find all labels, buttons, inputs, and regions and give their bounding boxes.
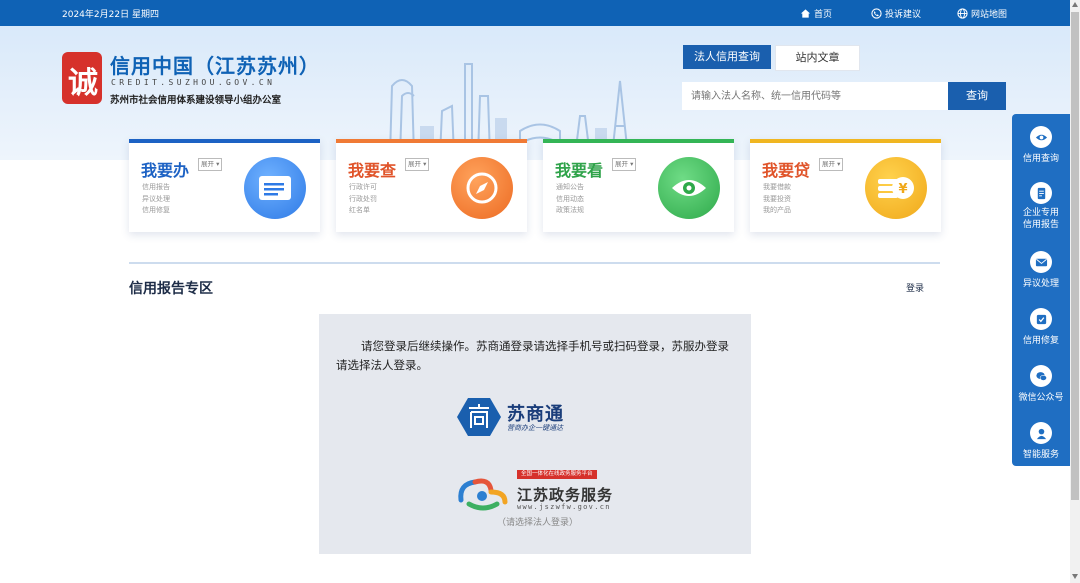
card-link[interactable]: 异议处理 <box>142 194 170 206</box>
card-link[interactable]: 我要借款 <box>763 182 791 194</box>
search-input[interactable] <box>682 82 948 110</box>
section-divider <box>129 262 940 264</box>
jiangsu-gov-service-name: 江苏政务服务 <box>517 486 614 504</box>
sidebar-item-wechat[interactable]: 微信公众号 <box>1012 365 1070 403</box>
sidebar-item-label: 信用查询 <box>1022 154 1059 164</box>
card-title: 我要办 <box>141 161 190 180</box>
jiangsu-gov-service-url: www.jszwfw.gov.cn <box>517 503 611 511</box>
sidebar-item-smart-service[interactable]: 智能服务 <box>1012 422 1070 460</box>
search-button[interactable]: 查询 <box>948 82 1006 110</box>
jiangsu-gov-service-hint: （请选择法人登录） <box>497 518 579 528</box>
site-logo[interactable]: 诚 <box>62 52 102 104</box>
phone-icon <box>871 8 882 19</box>
home-link[interactable]: 首页 <box>800 7 832 20</box>
compass-icon <box>451 157 513 219</box>
expand-label: 展开 <box>201 160 214 168</box>
sidebar-item-credit-query[interactable]: 信用查询 <box>1012 126 1070 164</box>
mail-icon <box>1030 251 1052 273</box>
id-card-icon <box>244 157 306 219</box>
scroll-up-arrow-icon[interactable] <box>1072 2 1078 7</box>
card-links: 行政许可 行政处罚 红名单 <box>349 182 377 217</box>
sidebar-item-label: 微信公众号 <box>1018 393 1064 403</box>
card-link[interactable]: 通知公告 <box>556 182 584 194</box>
login-message: 请您登录后继续操作。苏商通登录请选择手机号或扫码登录，苏服办登录请选择法人登录。 <box>336 339 729 372</box>
logo-glyph: 诚 <box>68 66 98 101</box>
scroll-down-arrow-icon[interactable] <box>1072 574 1078 579</box>
top-bar: 2024年2月22日 星期四 首页 投诉建议 网站地图 <box>0 0 1070 26</box>
expand-button[interactable]: 展开 ▾ <box>198 158 223 171</box>
card-link[interactable]: 信用动态 <box>556 194 584 206</box>
card-title: 我要贷 <box>762 161 811 180</box>
card-links: 信用报告 异议处理 信用修复 <box>142 182 170 217</box>
card-link[interactable]: 行政处罚 <box>349 194 377 206</box>
sushangtong-login[interactable]: 苏商通 营商办企一键通达 <box>456 396 581 438</box>
card-link[interactable]: 信用修复 <box>142 205 170 217</box>
sitemap-link-label: 网站地图 <box>971 10 1008 20</box>
complaint-link[interactable]: 投诉建议 <box>871 7 921 20</box>
tab-site-articles[interactable]: 站内文章 <box>775 45 860 71</box>
card-link[interactable]: 我的产品 <box>763 205 791 217</box>
expand-button[interactable]: 展开 ▾ <box>405 158 430 171</box>
sidebar-item-label: 异议处理 <box>1022 279 1059 289</box>
section-title: 信用报告专区 <box>129 281 213 297</box>
sitemap-link[interactable]: 网站地图 <box>957 7 1007 20</box>
expand-label: 展开 <box>615 160 628 168</box>
card-handle[interactable]: 我要办 展开 ▾ 信用报告 异议处理 信用修复 <box>129 139 320 232</box>
card-link[interactable]: 信用报告 <box>142 182 170 194</box>
card-link[interactable]: 政策法规 <box>556 205 584 217</box>
home-link-label: 首页 <box>814 10 833 20</box>
expand-label: 展开 <box>822 160 835 168</box>
card-accent-strip <box>543 139 734 143</box>
jiangsu-gov-service-logo-icon <box>458 478 508 511</box>
site-organization: 苏州市社会信用体系建设领导小组办公室 <box>110 95 282 106</box>
svg-text:¥: ¥ <box>898 182 907 197</box>
sidebar-item-credit-repair[interactable]: 信用修复 <box>1012 308 1070 346</box>
jiangsu-gov-service-badge: 全国一体化在线政务服务平台 <box>517 470 597 479</box>
card-title: 我要查 <box>348 161 397 180</box>
expand-button[interactable]: 展开 ▾ <box>819 158 844 171</box>
floating-sidebar: 信用查询 企业专用信用报告 异议处理 信用修复 微信公众号 智能服务 <box>1012 114 1070 466</box>
card-link[interactable]: 红名单 <box>349 205 377 217</box>
card-view[interactable]: 我要看 展开 ▾ 通知公告 信用动态 政策法规 <box>543 139 734 232</box>
repair-icon <box>1030 308 1052 330</box>
card-link[interactable]: 我要投资 <box>763 194 791 206</box>
eye-icon <box>1030 126 1052 148</box>
jiangsu-gov-service-login[interactable]: 全国一体化在线政务服务平台 江苏政务服务 www.jszwfw.gov.cn （… <box>453 470 623 532</box>
eye-icon <box>658 157 720 219</box>
search-tabs: 法人信用查询 站内文章 <box>683 45 860 71</box>
login-panel: 请您登录后继续操作。苏商通登录请选择手机号或扫码登录，苏服办登录请选择法人登录。… <box>319 314 751 554</box>
card-accent-strip <box>336 139 527 143</box>
sidebar-item-enterprise-report[interactable]: 企业专用信用报告 <box>1012 182 1070 231</box>
site-title: 信用中国（江苏苏州） <box>110 54 320 78</box>
sidebar-item-label: 智能服务 <box>1022 450 1059 460</box>
card-links: 我要借款 我要投资 我的产品 <box>763 182 791 217</box>
card-link[interactable]: 行政许可 <box>349 182 377 194</box>
sidebar-item-objection[interactable]: 异议处理 <box>1012 251 1070 289</box>
scrollbar-thumb[interactable] <box>1071 12 1079 500</box>
card-loan[interactable]: 我要贷 展开 ▾ 我要借款 我要投资 我的产品 ¥ <box>750 139 941 232</box>
coin-icon: ¥ <box>865 157 927 219</box>
sushangtong-logo-icon <box>457 398 501 436</box>
globe-icon <box>957 8 968 19</box>
complaint-link-label: 投诉建议 <box>885 10 922 20</box>
tab-legal-credit-query[interactable]: 法人信用查询 <box>683 45 771 69</box>
robot-icon <box>1030 422 1052 444</box>
card-query[interactable]: 我要查 展开 ▾ 行政许可 行政处罚 红名单 <box>336 139 527 232</box>
home-icon <box>800 9 811 18</box>
expand-button[interactable]: 展开 ▾ <box>612 158 637 171</box>
wechat-icon <box>1030 365 1052 387</box>
card-accent-strip <box>129 139 320 143</box>
sidebar-item-label: 信用修复 <box>1022 336 1059 346</box>
login-link[interactable]: 登录 <box>906 281 924 294</box>
sidebar-item-label: 企业专用信用报告 <box>1022 208 1059 230</box>
card-title: 我要看 <box>555 161 604 180</box>
card-links: 通知公告 信用动态 政策法规 <box>556 182 584 217</box>
expand-label: 展开 <box>408 160 421 168</box>
document-icon <box>1030 182 1052 204</box>
current-date: 2024年2月22日 星期四 <box>62 10 159 20</box>
card-accent-strip <box>750 139 941 143</box>
site-domain: CREDIT.SUZHOU.GOV.CN <box>111 78 276 87</box>
sushangtong-slogan: 营商办企一键通达 <box>507 424 563 432</box>
